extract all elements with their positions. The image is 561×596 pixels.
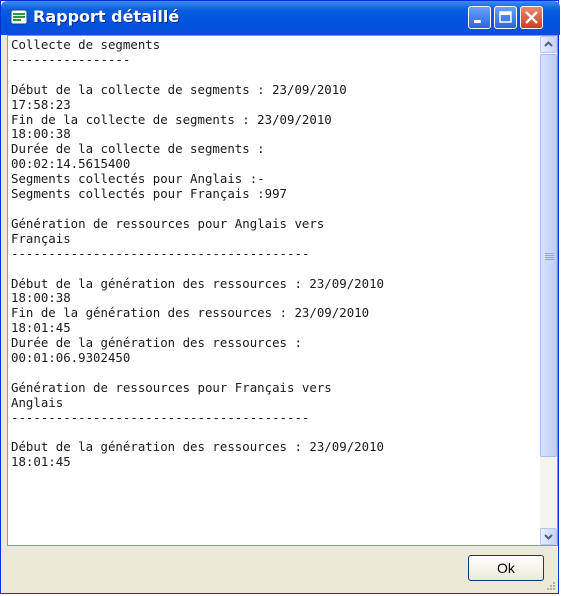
report-line [11,366,541,381]
scrollbar-thumb[interactable] [540,54,557,457]
report-line: ---------------- [11,51,131,67]
window-title: Rapport détaillé [33,7,180,26]
report-line: Début de la génération des ressources : … [11,275,384,291]
vertical-scrollbar[interactable] [540,36,557,545]
report-log: Collecte de segments ---------------- Déb… [11,38,541,470]
report-line [11,426,541,441]
report-line [11,262,541,277]
minimize-button[interactable] [468,6,491,29]
report-line: 18:01:45 [11,454,71,470]
report-line: 00:01:06.9302450 [11,350,131,366]
report-line: Génération de ressources pour Anglais ve… [11,215,325,231]
report-line: 18:00:38 [11,290,71,306]
report-line: Durée de la collecte de segments : [11,141,265,157]
report-line: 17:58:23 [11,96,71,112]
report-line [11,202,541,217]
minimize-icon [474,20,481,23]
report-line: Début de la génération des ressources : … [11,439,384,455]
close-icon [525,11,538,24]
resize-grip-icon[interactable] [544,579,556,591]
report-line: 18:01:45 [11,320,71,336]
report-line: Génération de ressources pour Français v… [11,379,332,395]
report-line: Durée de la génération des ressources : [11,335,302,351]
report-line: Collecte de segments [11,38,161,52]
report-line: ---------------------------------------- [11,245,310,261]
chevron-down-icon [544,534,553,540]
report-line: 00:02:14.5615400 [11,156,131,172]
report-line: Anglais [11,394,64,410]
report-line [11,68,541,83]
report-line: Français [11,230,71,246]
scroll-down-button[interactable] [540,528,557,545]
thumb-grip [545,259,554,260]
report-line: ---------------------------------------- [11,409,310,425]
close-button[interactable] [520,6,543,29]
thumb-grip [545,257,554,258]
ok-button[interactable]: Ok [468,555,544,581]
report-line: Début de la collecte de segments : 23/09… [11,81,347,97]
title-bar[interactable]: Rapport détaillé [1,1,560,35]
thumb-grip [545,253,554,254]
thumb-grip [545,255,554,256]
report-line: Segments collectés pour Français :997 [11,186,288,202]
maximize-icon [499,11,512,23]
scroll-up-button[interactable] [540,36,557,53]
report-line: Segments collectés pour Anglais :- [11,171,265,187]
report-text-area[interactable]: Collecte de segments ---------------- Déb… [7,35,558,546]
chevron-up-icon [544,41,553,47]
maximize-button[interactable] [494,6,517,29]
report-line: Fin de la collecte de segments : 23/09/2… [11,111,332,127]
report-dialog: Rapport détaillé Collecte de segments ---… [0,0,560,594]
report-line: 18:00:38 [11,126,71,142]
report-icon [10,9,28,25]
report-line: Fin de la génération des ressources : 23… [11,305,370,321]
